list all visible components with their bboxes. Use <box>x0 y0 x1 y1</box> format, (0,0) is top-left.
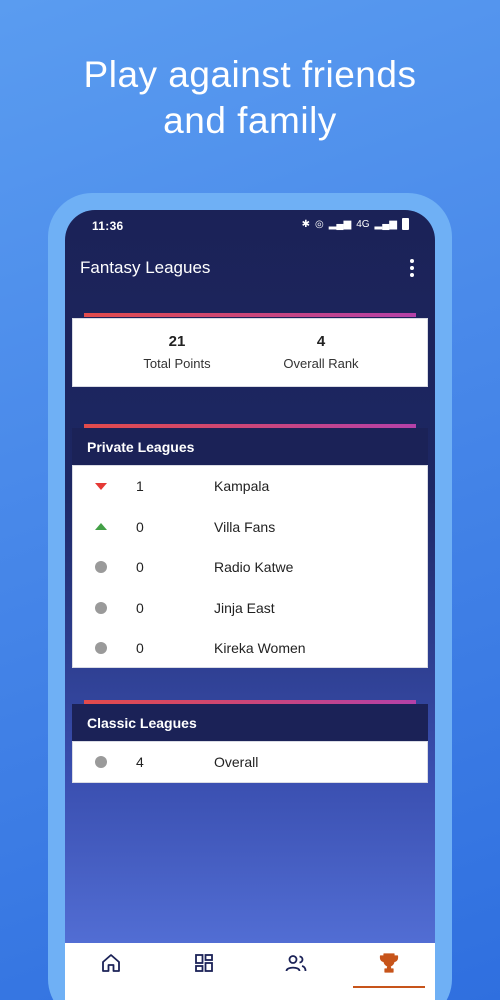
rank-same-icon <box>95 601 107 614</box>
app-bar-title: Fantasy Leagues <box>80 258 211 277</box>
bottom-nav <box>65 943 435 1000</box>
signal-icon: ▂▄▆ <box>328 218 352 230</box>
league-row[interactable]: 0 Radio Katwe <box>73 547 427 588</box>
nav-home[interactable] <box>65 943 158 1000</box>
overall-rank-label: Overall Rank <box>283 356 359 371</box>
bluetooth-icon: ✱ <box>301 218 310 230</box>
total-points-value: 21 <box>168 333 186 350</box>
battery-icon <box>402 218 409 230</box>
more-options-icon[interactable] <box>409 259 415 277</box>
stats-accent-line <box>84 313 416 317</box>
private-leagues-header: Private Leagues <box>72 428 428 465</box>
hotspot-icon: ◎ <box>314 218 324 230</box>
league-name: Overall <box>214 754 259 770</box>
overall-rank-stat: 4 Overall Rank <box>246 333 396 371</box>
home-icon <box>102 954 121 972</box>
league-row[interactable]: 0 Kireka Women <box>73 628 427 669</box>
rank-up-icon <box>95 522 107 530</box>
status-time: 11:36 <box>92 219 124 233</box>
signal-icon-2: ▂▄▆ <box>374 218 397 230</box>
app-screen: 11:36 ✱ ◎ ▂▄▆ 4G ▂▄▆ Fantasy Leagues 21 … <box>65 210 435 1000</box>
private-leagues-list: 1 Kampala 0 Villa Fans 0 Radio Katwe 0 Jinja Ea… <box>72 465 428 668</box>
status-icons: ✱ ◎ ▂▄▆ 4G ▂▄▆ <box>302 218 409 230</box>
network-type: 4G <box>356 218 370 230</box>
league-rank: 0 <box>136 559 144 575</box>
total-points-label: Total Points <box>143 356 211 371</box>
league-name: Villa Fans <box>214 518 276 535</box>
league-row[interactable]: 1 Kampala <box>73 466 427 507</box>
promo-title-line-2: and family <box>163 100 337 141</box>
rank-same-icon <box>95 756 107 768</box>
promo-title: Play against friends and family <box>0 52 500 144</box>
nav-squad[interactable] <box>158 943 251 1000</box>
classic-leagues-list: 4 Overall <box>72 741 428 783</box>
league-name: Kampala <box>214 478 270 494</box>
league-name: Radio Katwe <box>214 559 294 575</box>
rank-down-icon <box>95 483 107 490</box>
nav-active-indicator <box>352 986 425 988</box>
promo-title-line-1: Play against friends <box>83 54 417 95</box>
rank-same-icon <box>95 561 107 573</box>
league-row[interactable]: 4 Overall <box>73 742 427 783</box>
rank-same-icon <box>95 642 107 654</box>
grid-icon <box>194 954 213 972</box>
nav-friends[interactable] <box>250 943 343 1000</box>
total-points-stat: 21 Total Points <box>102 333 252 371</box>
overall-rank-value: 4 <box>316 333 326 350</box>
league-rank: 0 <box>136 599 144 616</box>
stats-card: 21 Total Points 4 Overall Rank <box>72 318 428 387</box>
league-name: Kireka Women <box>214 640 306 656</box>
league-rank: 4 <box>136 754 144 770</box>
league-rank: 0 <box>136 518 144 535</box>
trophy-icon <box>379 953 398 973</box>
status-bar: 11:36 ✱ ◎ ▂▄▆ 4G ▂▄▆ <box>65 210 435 240</box>
league-row[interactable]: 0 Jinja East <box>73 588 427 629</box>
league-row[interactable]: 0 Villa Fans <box>73 507 427 548</box>
league-rank: 1 <box>136 478 144 494</box>
league-name: Jinja East <box>214 599 275 616</box>
nav-leagues[interactable] <box>343 943 436 1000</box>
classic-leagues-header: Classic Leagues <box>72 704 428 741</box>
people-icon <box>285 955 307 972</box>
league-rank: 0 <box>136 640 144 656</box>
